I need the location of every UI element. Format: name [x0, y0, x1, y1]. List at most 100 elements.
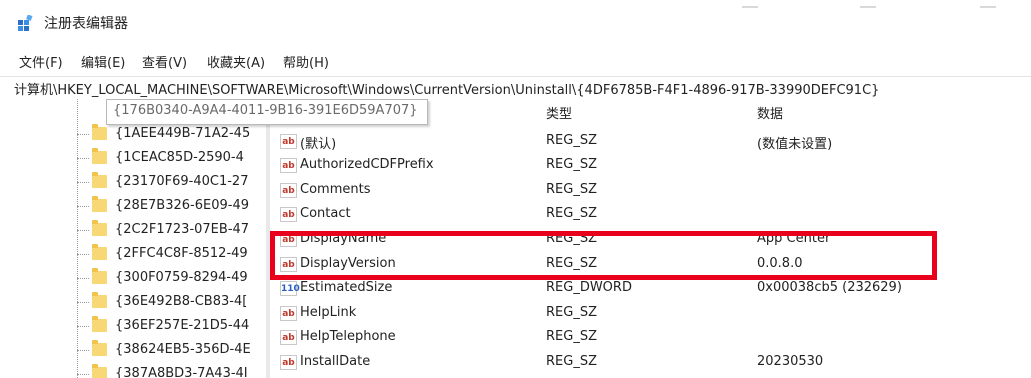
value-type: REG_SZ — [546, 329, 597, 344]
menu-help[interactable]: 帮助(H) — [281, 51, 331, 72]
tree-item-label: {2FFC4C8F-8512-49 — [115, 246, 248, 261]
string-value-icon: ab — [280, 330, 297, 345]
value-row[interactable]: ab HelpTelephone REG_SZ — [270, 326, 1031, 350]
tree-item-label: {38624EB5-356D-4E — [115, 342, 251, 357]
address-bar[interactable]: 计算机\HKEY_LOCAL_MACHINE\SOFTWARE\Microsof… — [0, 76, 1031, 100]
value-row[interactable]: ab Comments REG_SZ — [270, 179, 1031, 203]
string-value-icon: ab — [280, 207, 297, 222]
folder-icon — [92, 340, 107, 356]
menu-favorites[interactable]: 收藏夹(A) — [205, 51, 267, 72]
value-row[interactable]: 110 EstimatedSize REG_DWORD 0x00038cb5 (… — [270, 277, 1031, 301]
folder-icon — [92, 316, 107, 332]
string-value-icon: ab — [280, 134, 297, 149]
tooltip-text: {176B0340-A9A4-4011-9B16-391E6D59A707} — [113, 103, 418, 118]
menu-edit[interactable]: 编辑(E) — [79, 51, 127, 72]
folder-icon — [92, 220, 107, 236]
tree-item-label: {1AEE449B-71A2-45 — [115, 126, 251, 141]
value-name: Contact — [300, 206, 351, 221]
tree-item[interactable]: {1CEAC85D-2590-4 — [0, 147, 266, 171]
tree-item[interactable]: {23170F69-40C1-27 — [0, 171, 266, 195]
folder-icon — [92, 268, 107, 284]
tree-connector — [77, 326, 89, 327]
folder-icon — [92, 148, 107, 164]
maximize-icon[interactable] — [860, 6, 876, 8]
value-name: HelpTelephone — [300, 329, 396, 344]
folder-icon — [92, 364, 107, 378]
title-bar: 注册表编辑器 — [0, 0, 1031, 40]
tree-tooltip: {176B0340-A9A4-4011-9B16-391E6D59A707} — [106, 99, 428, 125]
tree-connector — [77, 350, 89, 351]
tree-connector — [77, 206, 89, 207]
highlight-box — [270, 231, 937, 280]
value-name: (默认) — [300, 137, 337, 152]
string-value-icon: ab — [280, 306, 297, 321]
tree-item[interactable]: {300F0759-8294-49 — [0, 267, 266, 291]
value-name: Comments — [300, 182, 371, 197]
value-type: REG_SZ — [546, 206, 597, 221]
tree-item-label: {28E7B326-6E09-49 — [115, 198, 249, 213]
tree-item[interactable]: {36E492B8-CB83-4[ — [0, 291, 266, 315]
tree-item[interactable]: {38624EB5-356D-4E — [0, 339, 266, 363]
value-data: 20230530 — [757, 354, 824, 369]
binary-value-icon: 110 — [280, 281, 300, 296]
minimize-icon[interactable] — [742, 6, 758, 8]
value-data: (数值未设置) — [757, 137, 833, 152]
tree-item[interactable]: {2FFC4C8F-8512-49 — [0, 243, 266, 267]
tree-connector — [77, 278, 89, 279]
address-path[interactable]: 计算机\HKEY_LOCAL_MACHINE\SOFTWARE\Microsof… — [14, 79, 879, 98]
string-value-icon: ab — [280, 183, 297, 198]
tree-connector — [77, 134, 89, 135]
tree-connector — [77, 254, 89, 255]
tree-item[interactable]: {28E7B326-6E09-49 — [0, 195, 266, 219]
close-icon[interactable] — [980, 6, 996, 8]
string-value-icon: ab — [280, 355, 297, 370]
tree-item[interactable]: {2C2F1723-07EB-47 — [0, 219, 266, 243]
value-type: REG_SZ — [546, 305, 597, 320]
column-header-data[interactable]: 数据 — [757, 103, 783, 122]
value-data: 0x00038cb5 (232629) — [757, 280, 902, 295]
folder-icon — [92, 292, 107, 308]
value-row[interactable]: ab (默认) REG_SZ (数值未设置) — [270, 130, 1031, 154]
tree-item-label: {1CEAC85D-2590-4 — [115, 150, 244, 165]
tree-item[interactable]: {1AEE449B-71A2-45 — [0, 123, 266, 147]
tree-connector — [77, 158, 89, 159]
tree-item-label: {36EF257E-21D5-44 — [115, 318, 250, 333]
value-name: EstimatedSize — [300, 280, 393, 295]
menu-bar: 文件(F) 编辑(E) 查看(V) 收藏夹(A) 帮助(H) — [0, 48, 1031, 72]
value-type: REG_SZ — [546, 157, 597, 172]
value-row[interactable]: ab AuthorizedCDFPrefix REG_SZ — [270, 154, 1031, 178]
folder-icon — [92, 124, 107, 140]
value-row[interactable]: ab Contact REG_SZ — [270, 203, 1031, 227]
tree-item-label: {23170F69-40C1-27 — [115, 174, 249, 189]
tree-connector — [77, 374, 89, 375]
value-type: REG_SZ — [546, 133, 597, 148]
tree-item-label: {36E492B8-CB83-4[ — [115, 294, 248, 309]
menu-file[interactable]: 文件(F) — [17, 51, 65, 72]
tree-guide-line — [77, 99, 78, 378]
key-tree[interactable]: {1AEE449B-71A2-45 {1CEAC85D-2590-4 {2317… — [0, 99, 266, 378]
value-type: REG_SZ — [546, 182, 597, 197]
tree-item[interactable]: {36EF257E-21D5-44 — [0, 315, 266, 339]
tree-item-label: {300F0759-8294-49 — [115, 270, 248, 285]
tree-item[interactable]: {387A8BD3-7A43-4I — [0, 363, 266, 378]
value-name: HelpLink — [300, 305, 357, 320]
tree-item-label: {2C2F1723-07EB-47 — [115, 222, 250, 237]
tree-item-label: {387A8BD3-7A43-4I — [115, 366, 248, 378]
string-value-icon: ab — [280, 158, 297, 173]
folder-icon — [92, 196, 107, 212]
registry-editor-icon — [18, 15, 33, 31]
value-type: REG_SZ — [546, 354, 597, 369]
folder-icon — [92, 172, 107, 188]
value-row[interactable]: ab HelpLink REG_SZ — [270, 302, 1031, 326]
folder-icon — [92, 244, 107, 260]
window-title: 注册表编辑器 — [44, 16, 128, 32]
tree-connector — [77, 302, 89, 303]
column-header-type[interactable]: 类型 — [546, 103, 572, 122]
menu-view[interactable]: 查看(V) — [140, 51, 189, 72]
value-name: AuthorizedCDFPrefix — [300, 157, 434, 172]
tree-connector — [77, 182, 89, 183]
value-name: InstallDate — [300, 354, 371, 369]
tree-connector — [77, 230, 89, 231]
value-type: REG_DWORD — [546, 280, 632, 295]
value-row[interactable]: ab InstallDate REG_SZ 20230530 — [270, 351, 1031, 375]
